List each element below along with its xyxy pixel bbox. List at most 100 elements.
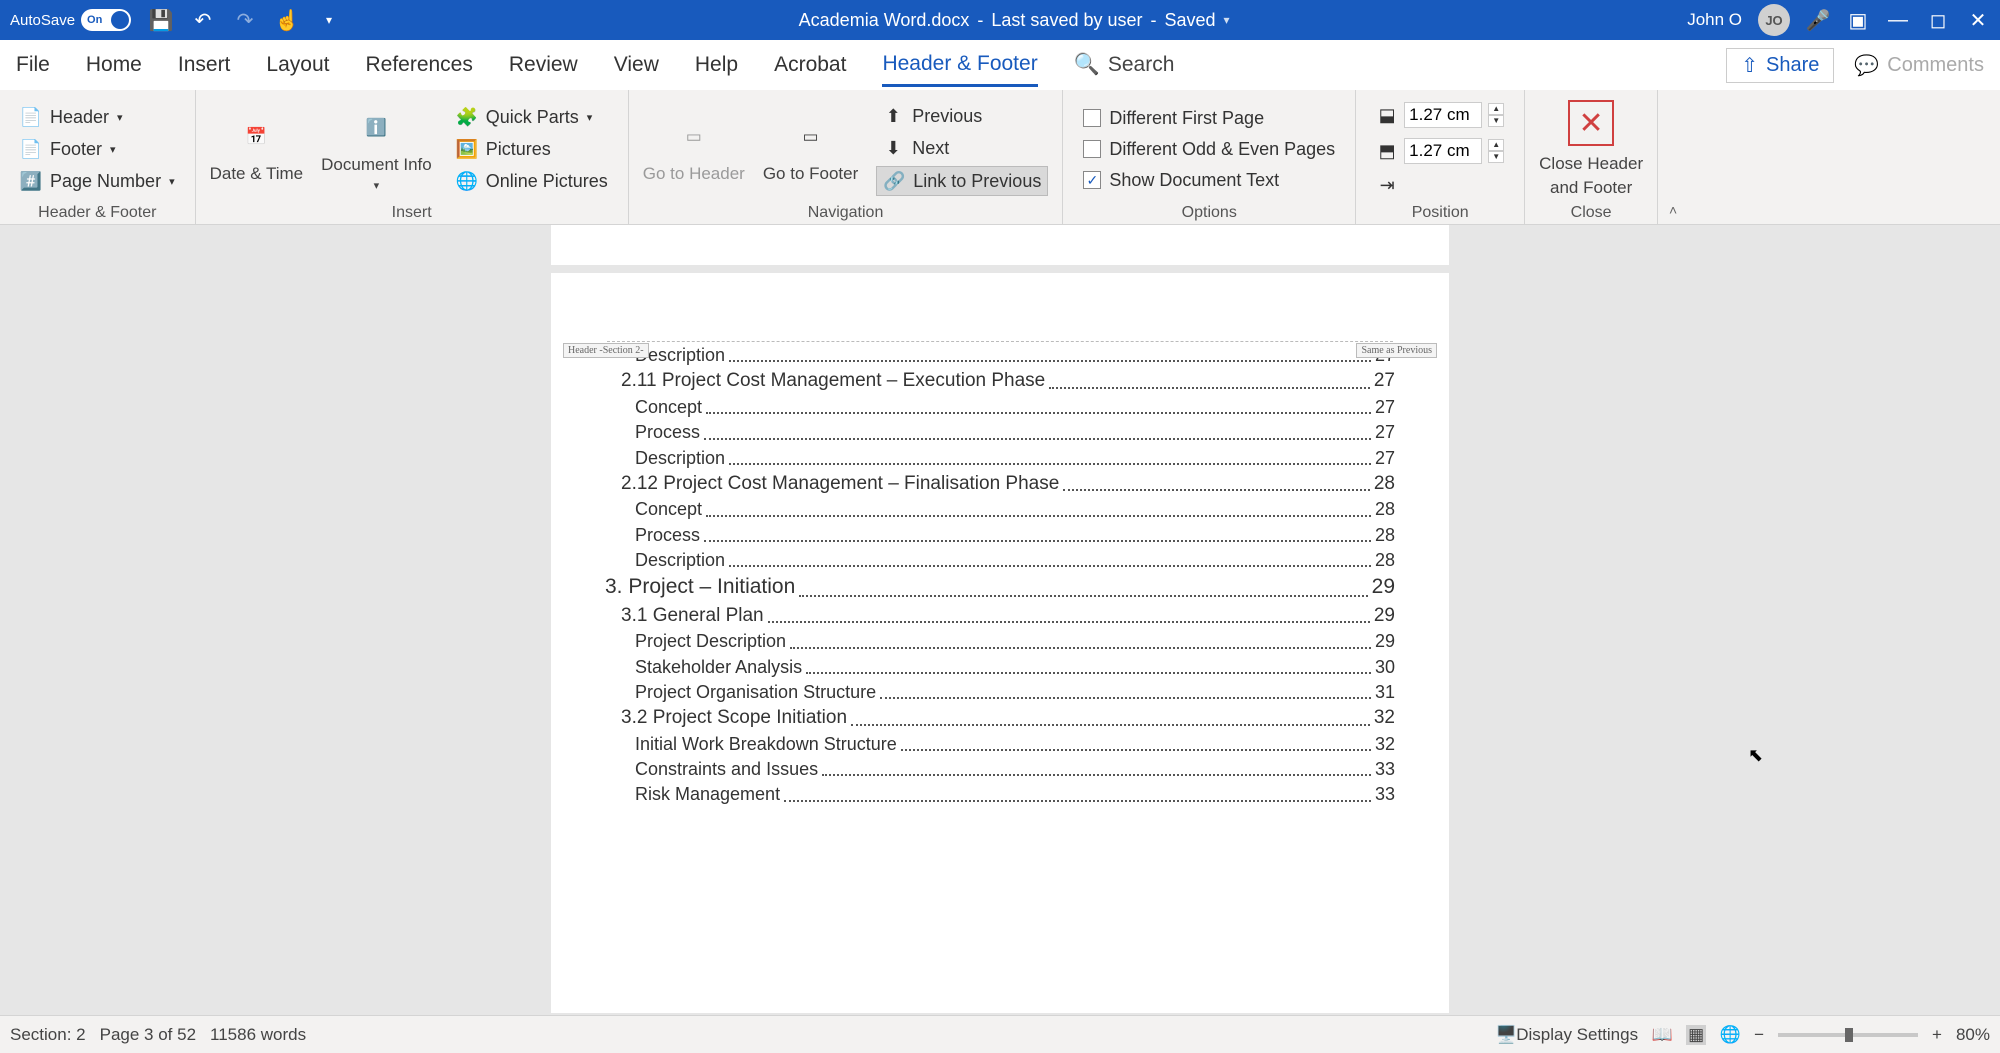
read-mode-icon[interactable]: 📖 (1652, 1025, 1672, 1045)
toc-entry: Stakeholder Analysis30 (605, 655, 1395, 679)
toc-entry: 3.1 General Plan29 (605, 603, 1395, 629)
spinner-down-icon[interactable]: ▼ (1488, 115, 1504, 127)
mic-icon[interactable]: 🎤 (1806, 8, 1830, 32)
toc-leader-dots (799, 573, 1367, 596)
footer-bottom-value[interactable] (1404, 138, 1482, 164)
toc-leader-dots (806, 655, 1371, 674)
save-icon[interactable]: 💾 (149, 8, 173, 32)
goto-header-button[interactable]: ▭ Go to Header (643, 96, 745, 202)
toc-leader-dots (704, 420, 1371, 439)
tab-help[interactable]: Help (695, 45, 738, 85)
goto-footer-icon: ▭ (789, 115, 833, 159)
toc-entry: 3. Project – Initiation29 (605, 573, 1395, 601)
toc-text: Concept (635, 395, 702, 419)
toc-page-number: 27 (1374, 368, 1395, 394)
toc-page-number: 30 (1375, 655, 1395, 679)
tab-header-footer[interactable]: Header & Footer (882, 44, 1037, 87)
insert-align-tab-button[interactable]: ⇥ (1370, 171, 1510, 199)
toc-entry: 3.2 Project Scope Initiation32 (605, 705, 1395, 731)
date-time-button[interactable]: 📅 Date & Time (210, 96, 304, 202)
toc-entry: 2.12 Project Cost Management – Finalisat… (605, 471, 1395, 497)
undo-icon[interactable]: ↶ (191, 8, 215, 32)
web-layout-icon[interactable]: 🌐 (1720, 1025, 1740, 1045)
zoom-level[interactable]: 80% (1956, 1025, 1990, 1045)
toc-text: 3.1 General Plan (621, 603, 764, 629)
minimize-icon[interactable]: — (1886, 8, 1910, 32)
tab-file[interactable]: File (16, 45, 50, 85)
status-page[interactable]: Page 3 of 52 (100, 1025, 196, 1045)
tab-home[interactable]: Home (86, 45, 142, 85)
comments-button[interactable]: 💬 Comments (1854, 53, 1984, 78)
document-scroll-area[interactable]: Header -Section 2- Same as Previous Desc… (0, 225, 2000, 1015)
header-section-tag: Header -Section 2- (563, 343, 649, 358)
status-words[interactable]: 11586 words (210, 1025, 306, 1045)
bottom-margin-icon: ⬒ (1376, 140, 1398, 162)
quick-parts-button[interactable]: 🧩Quick Parts ▾ (450, 103, 614, 131)
redo-icon[interactable]: ↷ (233, 8, 257, 32)
toc-leader-dots (704, 523, 1371, 542)
pictures-button[interactable]: 🖼️Pictures (450, 135, 614, 163)
diff-first-page-checkbox[interactable]: Different First Page (1077, 105, 1341, 132)
doc-info-button[interactable]: ℹ️ Document Info▾ (321, 96, 432, 202)
tab-view[interactable]: View (614, 45, 659, 85)
toc-container: Description272.11 Project Cost Managemen… (605, 343, 1395, 807)
toc-entry: Description27 (605, 343, 1395, 367)
diff-odd-even-checkbox[interactable]: Different Odd & Even Pages (1077, 136, 1341, 163)
touch-mode-icon[interactable]: ☝ (275, 8, 299, 32)
ribbon-collapse-button[interactable]: ˄ (1658, 90, 1688, 224)
share-icon: ⇧ (1741, 53, 1758, 78)
close-header-footer-button[interactable]: ✕ Close Header and Footer (1539, 96, 1643, 202)
print-layout-icon[interactable]: ▦ (1686, 1025, 1706, 1045)
search-box[interactable]: 🔍 Search (1074, 53, 1175, 77)
zoom-slider[interactable] (1778, 1033, 1918, 1037)
spinner-up-icon[interactable]: ▲ (1488, 139, 1504, 151)
status-section[interactable]: Section: 2 (10, 1025, 86, 1045)
toc-page-number: 27 (1375, 395, 1395, 419)
display-settings-icon: 🖥️ (1496, 1025, 1516, 1045)
previous-button[interactable]: ⬆Previous (876, 102, 1048, 130)
show-doc-text-checkbox[interactable]: ✓Show Document Text (1077, 167, 1341, 194)
saved-dropdown-icon[interactable]: ▾ (1224, 13, 1230, 27)
link-icon: 🔗 (883, 170, 905, 192)
page-number-button[interactable]: #️⃣Page Number ▾ (14, 167, 181, 195)
page-content[interactable]: Header -Section 2- Same as Previous Desc… (551, 273, 1449, 1013)
toc-text: 3. Project – Initiation (605, 573, 795, 601)
zoom-thumb[interactable] (1845, 1028, 1853, 1042)
ribbon-display-icon[interactable]: ▣ (1846, 8, 1870, 32)
toc-leader-dots (729, 548, 1371, 567)
spinner-up-icon[interactable]: ▲ (1488, 103, 1504, 115)
close-window-icon[interactable]: ✕ (1966, 8, 1990, 32)
next-button[interactable]: ⬇Next (876, 134, 1048, 162)
footer-button[interactable]: 📄Footer ▾ (14, 135, 181, 163)
tab-layout[interactable]: Layout (266, 45, 329, 85)
toc-page-number: 28 (1375, 548, 1395, 572)
tab-review[interactable]: Review (509, 45, 578, 85)
toc-leader-dots (1049, 368, 1370, 389)
share-button[interactable]: ⇧ Share (1726, 48, 1834, 83)
collapse-chevron-icon: ˄ (1669, 202, 1677, 218)
display-settings-button[interactable]: 🖥️Display Settings (1496, 1025, 1638, 1045)
zoom-in-button[interactable]: + (1932, 1025, 1942, 1045)
spinner-down-icon[interactable]: ▼ (1488, 151, 1504, 163)
link-to-previous-button[interactable]: 🔗Link to Previous (876, 166, 1048, 196)
autosave-toggle[interactable]: AutoSave On (10, 9, 131, 31)
qat-dropdown-icon[interactable]: ▾ (317, 8, 341, 32)
toc-text: Project Description (635, 629, 786, 653)
status-bar: Section: 2 Page 3 of 52 11586 words 🖥️Di… (0, 1015, 2000, 1053)
toc-leader-dots (768, 603, 1370, 624)
maximize-icon[interactable]: ◻ (1926, 8, 1950, 32)
tab-insert[interactable]: Insert (178, 45, 231, 85)
same-as-previous-tag: Same as Previous (1356, 343, 1437, 358)
header-from-top-input[interactable]: ⬓ ▲▼ (1370, 99, 1510, 131)
zoom-out-button[interactable]: − (1754, 1025, 1764, 1045)
tab-acrobat[interactable]: Acrobat (774, 45, 846, 85)
header-button[interactable]: 📄Header ▾ (14, 103, 181, 131)
footer-from-bottom-input[interactable]: ⬒ ▲▼ (1370, 135, 1510, 167)
user-avatar[interactable]: JO (1758, 4, 1790, 36)
header-top-value[interactable] (1404, 102, 1482, 128)
goto-footer-button[interactable]: ▭ Go to Footer (763, 96, 858, 202)
autosave-switch[interactable]: On (81, 9, 131, 31)
online-pictures-button[interactable]: 🌐Online Pictures (450, 167, 614, 195)
window-title: Academia Word.docx - Last saved by user … (341, 10, 1687, 31)
tab-references[interactable]: References (365, 45, 472, 85)
